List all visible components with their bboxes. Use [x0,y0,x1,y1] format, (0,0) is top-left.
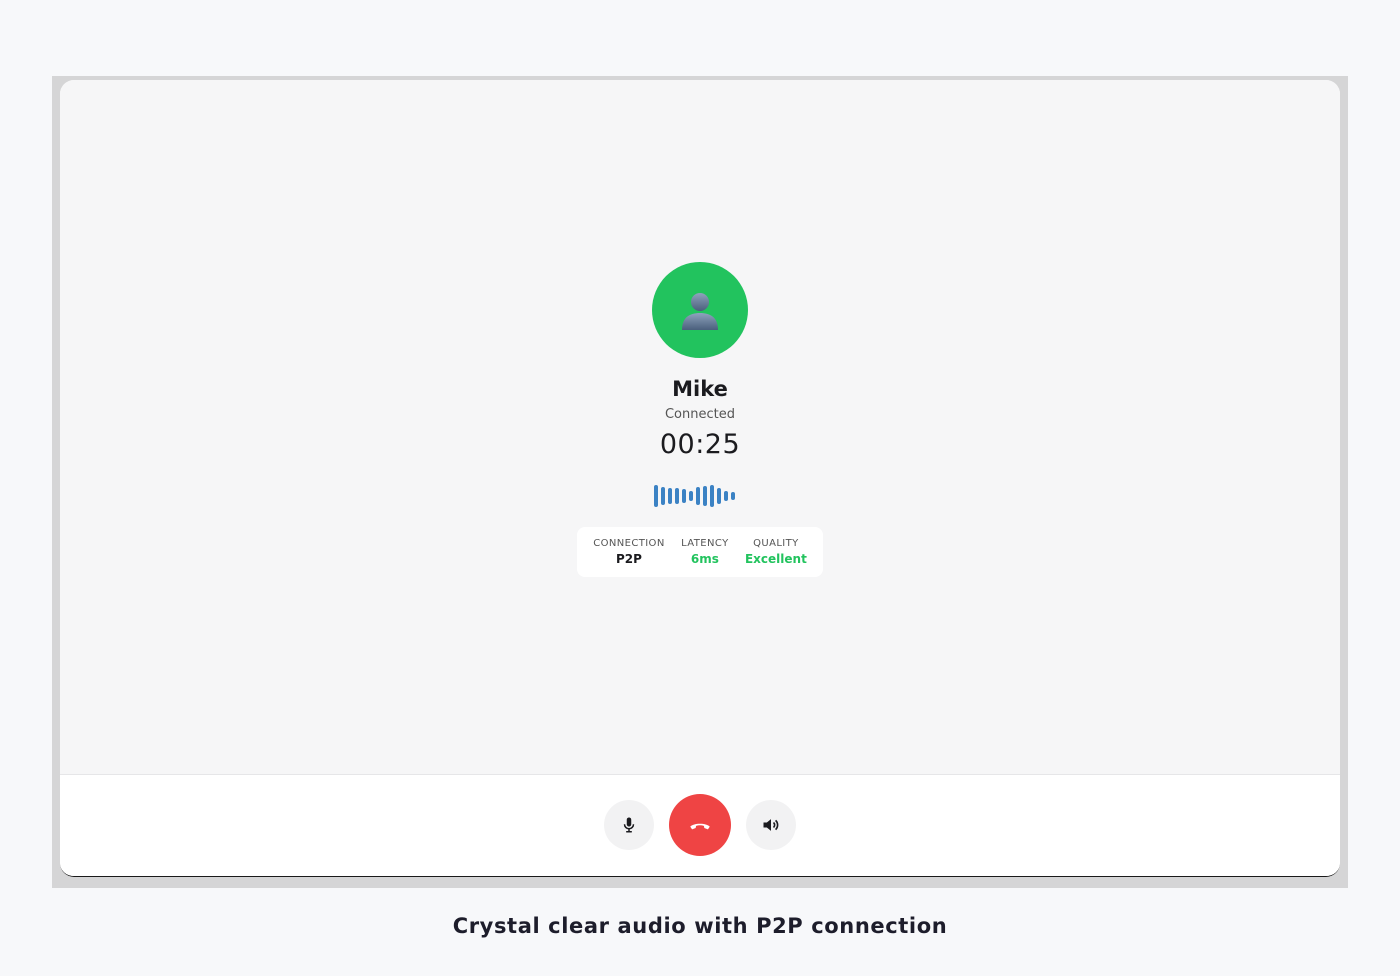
stat-label: QUALITY [753,538,799,549]
waveform-bar [682,489,686,503]
waveform-bar [703,486,707,506]
call-area: Mike Connected 00:25 CONNECTION P2P LATE… [60,80,1340,774]
stat-label: CONNECTION [593,538,665,549]
contact-name: Mike [672,377,728,401]
person-silhouette-icon [682,293,718,330]
waveform-bar [710,485,714,507]
waveform-bar [668,488,672,504]
waveform-bar [696,487,700,505]
call-controls-bar [60,774,1340,876]
stat-connection: CONNECTION P2P [593,538,665,566]
call-status: Connected [664,407,735,422]
stat-quality: QUALITY Excellent [745,538,807,566]
phone-hangup-icon [690,823,710,830]
stat-value: 6ms [690,552,719,566]
speaker-button[interactable] [746,800,796,850]
microphone-icon [623,817,635,833]
waveform-bar [675,488,679,504]
stat-value: P2P [615,552,642,566]
waveform-bar [654,485,658,507]
waveform-bar [717,488,721,504]
stat-label: LATENCY [681,538,729,549]
feature-caption: Crystal clear audio with P2P connection [452,914,948,938]
stat-value: Excellent [744,552,807,566]
end-call-button[interactable] [669,794,731,856]
call-window: Mike Connected 00:25 CONNECTION P2P LATE… [60,80,1340,877]
waveform-bar [724,491,728,501]
contact-avatar [652,262,748,358]
speaker-icon [763,819,779,831]
audio-waveform [654,484,746,508]
waveform-bar [731,492,735,500]
waveform-bar [661,487,665,505]
mute-button[interactable] [604,800,654,850]
call-timer: 00:25 [659,429,741,460]
waveform-bar [689,491,693,501]
connection-stats-panel: CONNECTION P2P LATENCY 6ms QUALITY Excel… [577,527,823,577]
stat-latency: LATENCY 6ms [681,538,729,566]
